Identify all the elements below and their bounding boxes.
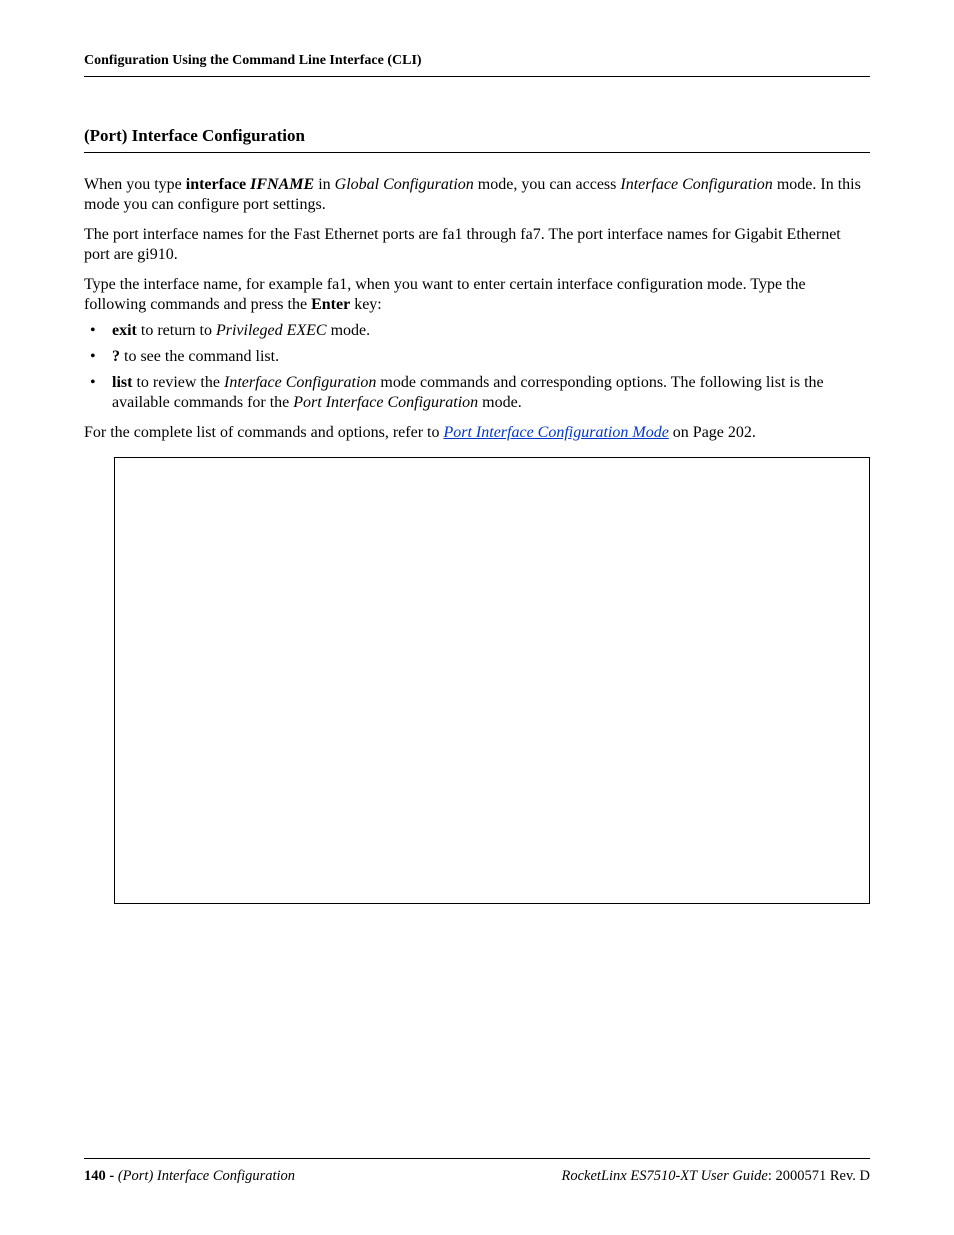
text-bold: interface xyxy=(186,176,246,193)
text: in xyxy=(314,176,334,193)
footer-rule xyxy=(84,1158,870,1159)
xref-link[interactable]: Port Interface Configuration Mode xyxy=(443,424,668,441)
text-bold: exit xyxy=(112,322,137,339)
page: Configuration Using the Command Line Int… xyxy=(0,0,954,1235)
text: Type the interface name, for example fa1… xyxy=(84,276,806,313)
list-item: ? to see the command list. xyxy=(84,347,870,367)
text: When you type xyxy=(84,176,186,193)
footer-product: RocketLinx ES7510-XT User Guide xyxy=(562,1168,768,1184)
figure-placeholder xyxy=(114,457,870,904)
running-header: Configuration Using the Command Line Int… xyxy=(84,52,870,76)
page-number: 140 - xyxy=(84,1168,118,1184)
list-item: list to review the Interface Configurati… xyxy=(84,373,870,413)
text-italic: Privileged EXEC xyxy=(216,322,327,339)
paragraph-1: When you type interface IFNAME in Global… xyxy=(84,175,870,215)
page-footer: 140 - (Port) Interface Configuration Roc… xyxy=(84,1158,870,1185)
paragraph-2: The port interface names for the Fast Et… xyxy=(84,225,870,265)
paragraph-3: Type the interface name, for example fa1… xyxy=(84,275,870,315)
footer-left: 140 - (Port) Interface Configuration xyxy=(84,1167,295,1185)
footer-right: RocketLinx ES7510-XT User Guide: 2000571… xyxy=(562,1167,871,1185)
text: to review the xyxy=(132,374,224,391)
text: on Page 202. xyxy=(669,424,756,441)
text-bold: list xyxy=(112,374,132,391)
header-rule xyxy=(84,76,870,77)
list-item: exit to return to Privileged EXEC mode. xyxy=(84,321,870,341)
text-italic: Global Configuration xyxy=(335,176,474,193)
text: key: xyxy=(350,296,382,313)
text: mode, you can access xyxy=(474,176,621,193)
text-bold: Enter xyxy=(311,296,350,313)
text: mode. xyxy=(327,322,371,339)
text-italic: Port Interface Configuration xyxy=(293,394,478,411)
text: mode. xyxy=(478,394,522,411)
footer-rev: : 2000571 Rev. D xyxy=(768,1168,870,1184)
text-italic: Interface Configuration xyxy=(620,176,772,193)
paragraph-4: For the complete list of commands and op… xyxy=(84,423,870,443)
section-title: (Port) Interface Configuration xyxy=(84,125,870,146)
text-italic: Interface Configuration xyxy=(224,374,376,391)
text-bold-italic: IFNAME xyxy=(246,176,314,193)
text: to return to xyxy=(137,322,216,339)
text-bold: ? xyxy=(112,348,120,365)
text: to see the command list. xyxy=(120,348,279,365)
footer-row: 140 - (Port) Interface Configuration Roc… xyxy=(84,1167,870,1185)
footer-section: (Port) Interface Configuration xyxy=(118,1168,295,1184)
bullet-list: exit to return to Privileged EXEC mode. … xyxy=(84,321,870,413)
text: For the complete list of commands and op… xyxy=(84,424,443,441)
section-rule xyxy=(84,152,870,153)
